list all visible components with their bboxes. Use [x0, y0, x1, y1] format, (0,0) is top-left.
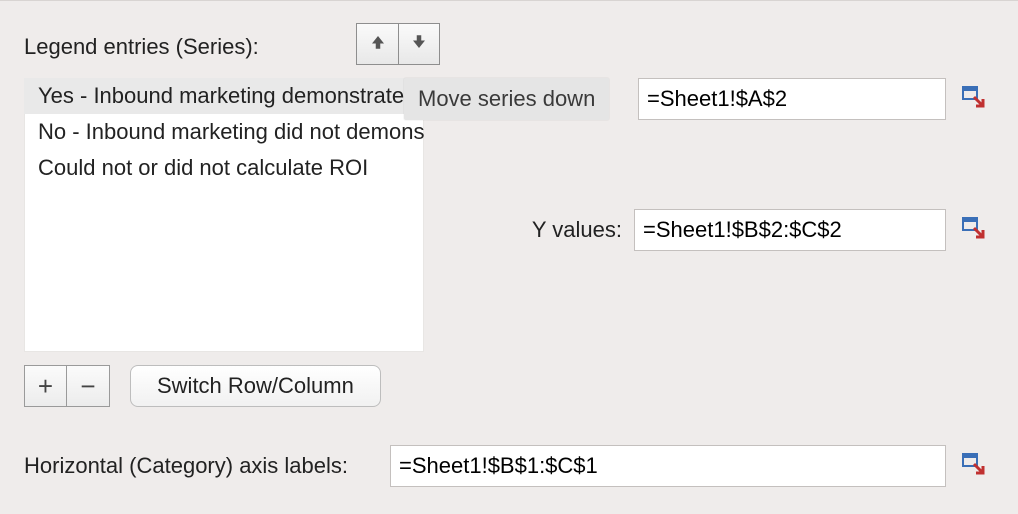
minus-icon: − [80, 371, 95, 402]
move-series-down-button[interactable] [398, 23, 440, 65]
category-axis-range-picker-button[interactable] [958, 451, 988, 481]
series-listbox[interactable]: Yes - Inbound marketing demonstrated ROI… [24, 78, 424, 352]
series-name-input[interactable] [638, 78, 946, 120]
series-name-range-picker-button[interactable] [958, 84, 988, 114]
series-name-field-row [638, 78, 988, 120]
arrow-down-icon [410, 31, 428, 57]
add-remove-series-buttons: + − [24, 365, 110, 407]
category-axis-row: Horizontal (Category) axis labels: [24, 445, 988, 487]
add-series-button[interactable]: + [25, 366, 67, 406]
remove-series-button[interactable]: − [67, 366, 109, 406]
series-reorder-buttons [356, 23, 440, 65]
chart-data-panel: Legend entries (Series): Move series dow… [0, 0, 1018, 514]
tooltip-text: Move series down [418, 86, 595, 112]
y-values-input[interactable] [634, 209, 946, 251]
series-actions-row: + − Switch Row/Column [24, 365, 381, 407]
y-values-label: Y values: [448, 217, 622, 243]
arrow-up-icon [369, 31, 387, 57]
switch-row-column-label: Switch Row/Column [157, 373, 354, 399]
plus-icon: + [38, 371, 53, 402]
legend-header-row: Legend entries (Series): [24, 23, 994, 71]
series-item[interactable]: Yes - Inbound marketing demonstrated ROI [24, 78, 424, 114]
move-series-down-tooltip: Move series down [404, 78, 609, 120]
category-axis-label: Horizontal (Category) axis labels: [24, 453, 378, 479]
range-picker-icon [961, 84, 985, 114]
range-picker-icon [961, 451, 985, 481]
y-values-field-row: Y values: [448, 209, 988, 251]
switch-row-column-button[interactable]: Switch Row/Column [130, 365, 381, 407]
y-values-range-picker-button[interactable] [958, 215, 988, 245]
move-series-up-button[interactable] [356, 23, 398, 65]
category-axis-input[interactable] [390, 445, 946, 487]
range-picker-icon [961, 215, 985, 245]
series-item[interactable]: No - Inbound marketing did not demonstra… [24, 114, 424, 150]
series-item[interactable]: Could not or did not calculate ROI [24, 150, 424, 186]
legend-entries-label: Legend entries (Series): [24, 34, 259, 60]
